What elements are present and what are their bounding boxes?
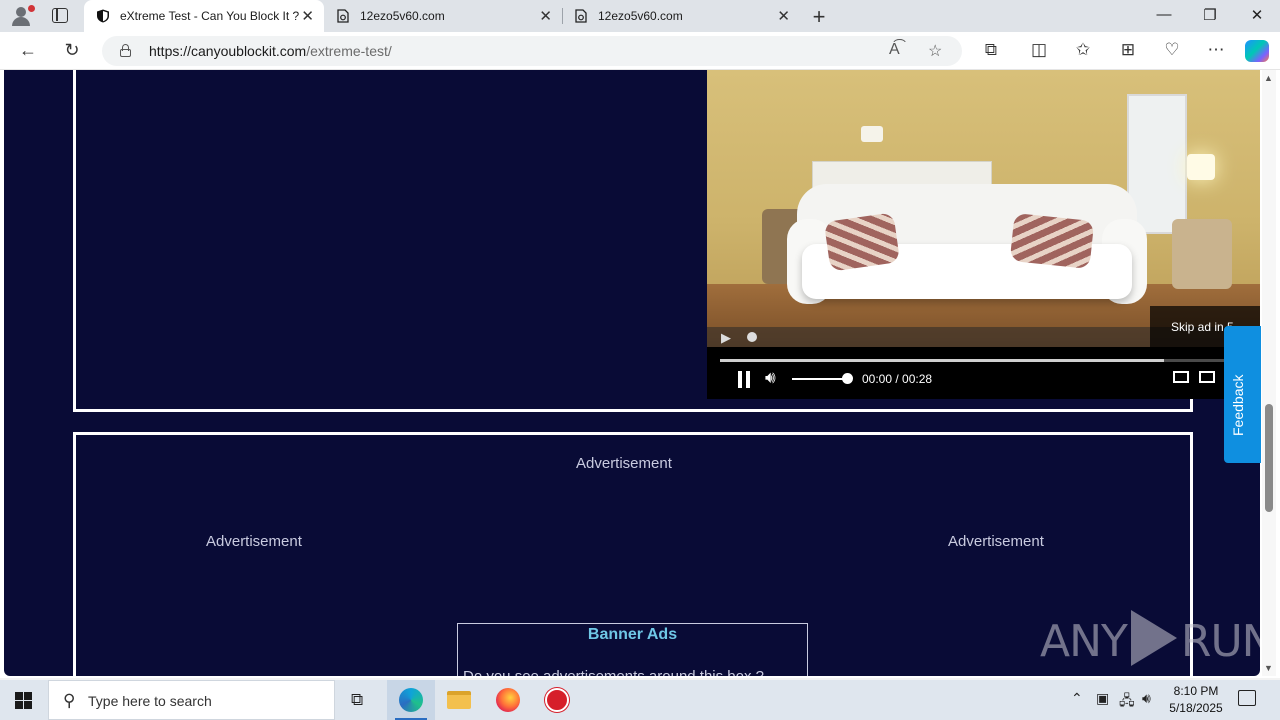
close-window-button[interactable]: ✕ xyxy=(1242,6,1272,24)
stop-hand-icon xyxy=(545,688,569,712)
taskbar-stop-app[interactable] xyxy=(533,680,581,720)
folder-icon xyxy=(447,691,471,709)
taskbar-edge-app[interactable] xyxy=(387,680,435,720)
play-icon: ▶ xyxy=(721,330,731,345)
profile-avatar-icon[interactable] xyxy=(8,4,36,28)
scroll-up-arrow-icon[interactable]: ▲ xyxy=(1264,73,1273,83)
play-triangle-icon xyxy=(1130,610,1177,666)
feedback-button[interactable]: Feedback xyxy=(1224,326,1261,463)
taskbar-clock[interactable]: 8:10 PM 5/18/2025 xyxy=(1160,683,1232,717)
pause-button[interactable] xyxy=(737,371,751,388)
banner-ads-box: Banner Ads Do you see advertisements aro… xyxy=(457,623,808,676)
video-ad-player[interactable]: ▶ Skip ad in 5 🔊︎ 00:00 / 00:28 ⛶ xyxy=(707,70,1260,399)
page-viewport: ▶ Skip ad in 5 🔊︎ 00:00 / 00:28 ⛶ xyxy=(0,70,1280,678)
advertisement-label-right: Advertisement xyxy=(948,533,1044,550)
show-hidden-icons-chevron-icon[interactable]: ⌃ xyxy=(1071,690,1083,707)
notification-icon[interactable] xyxy=(1238,690,1256,706)
firefox-icon xyxy=(496,688,520,712)
feedback-label: Feedback xyxy=(1230,374,1246,436)
device-tray-icon[interactable]: ▣ xyxy=(1096,690,1109,707)
windows-start-icon[interactable] xyxy=(15,692,32,709)
tab-12ezo5v60-2[interactable]: 12ezo5v60.com ✕ xyxy=(562,0,800,32)
back-button[interactable]: ← xyxy=(16,40,40,61)
url-text[interactable]: https://canyoublockit.com/extreme-test/ xyxy=(149,43,392,59)
new-tab-button[interactable]: + xyxy=(808,4,830,30)
video-controls: 🔊︎ 00:00 / 00:28 ⛶ xyxy=(707,347,1260,399)
picture-in-picture-icon[interactable] xyxy=(1199,371,1215,383)
extensions-icon[interactable]: ⧉ xyxy=(980,40,1002,60)
address-bar[interactable]: https://canyoublockit.com/extreme-test/ … xyxy=(102,36,962,66)
theater-mode-icon[interactable] xyxy=(1173,371,1189,383)
copilot-icon[interactable] xyxy=(1245,40,1269,62)
search-icon: ⚲ xyxy=(63,691,76,710)
page-scrollbar[interactable]: ▲ ▼ xyxy=(1262,70,1276,676)
favorite-star-icon[interactable]: ☆ xyxy=(928,41,942,61)
favorites-icon[interactable]: ✩ xyxy=(1072,40,1094,60)
close-tab-icon[interactable]: ✕ xyxy=(301,7,314,25)
close-tab-icon[interactable]: ✕ xyxy=(777,7,790,25)
page-favicon-icon xyxy=(575,9,587,23)
page-favicon-icon xyxy=(337,9,349,23)
page-content: ▶ Skip ad in 5 🔊︎ 00:00 / 00:28 ⛶ xyxy=(4,70,1260,676)
clock-date: 5/18/2025 xyxy=(1169,701,1223,715)
url-host: https://canyoublockit.com xyxy=(149,43,307,59)
shield-favicon-icon xyxy=(97,9,109,23)
minimize-button[interactable]: — xyxy=(1149,6,1179,23)
browser-toolbar: ← ↻ https://canyoublockit.com/extreme-te… xyxy=(0,32,1280,70)
volume-tray-icon[interactable]: 🔊︎ xyxy=(1142,690,1151,707)
url-path: /extreme-test/ xyxy=(306,43,392,59)
scroll-down-arrow-icon[interactable]: ▼ xyxy=(1264,663,1273,673)
tab-title: eXtreme Test - Can You Block It ? xyxy=(120,9,300,23)
advertisement-label-top: Advertisement xyxy=(576,455,672,472)
tab-12ezo5v60-1[interactable]: 12ezo5v60.com ✕ xyxy=(324,0,563,32)
restore-button[interactable]: ❐ xyxy=(1195,6,1225,24)
tab-title: 12ezo5v60.com xyxy=(360,9,445,23)
taskbar-firefox-app[interactable] xyxy=(484,680,532,720)
collections-icon[interactable]: ⊞ xyxy=(1117,40,1139,60)
refresh-button[interactable]: ↻ xyxy=(60,40,84,61)
network-icon[interactable]: 🖧︎ xyxy=(1119,690,1135,714)
volume-slider[interactable] xyxy=(792,378,848,380)
tab-title: 12ezo5v60.com xyxy=(598,9,683,23)
video-progress-bar[interactable] xyxy=(720,359,1248,362)
split-screen-icon[interactable]: ◫ xyxy=(1028,40,1050,60)
clock-time: 8:10 PM xyxy=(1173,684,1219,698)
video-time: 00:00 / 00:28 xyxy=(862,372,933,386)
tab-actions-icon[interactable] xyxy=(52,8,68,23)
video-progress-fill xyxy=(720,359,1164,362)
search-placeholder: Type here to search xyxy=(88,693,212,709)
read-aloud-icon[interactable]: A͡ xyxy=(889,41,900,59)
edge-icon xyxy=(399,688,423,712)
taskbar-search-box[interactable]: ⚲ Type here to search xyxy=(48,680,335,720)
tab-extreme-test[interactable]: eXtreme Test - Can You Block It ? ✕ xyxy=(84,0,324,32)
browser-tab-bar: eXtreme Test - Can You Block It ? ✕ 12ez… xyxy=(0,0,1280,32)
more-menu-icon[interactable]: ⋯ xyxy=(1205,40,1227,60)
windows-taskbar: ⚲ Type here to search ⌃ ▣ 🖧︎ 🔊︎ xyxy=(0,680,1280,720)
banner-text: Do you see advertisements around this bo… xyxy=(463,668,764,676)
taskbar-file-explorer-app[interactable] xyxy=(435,680,483,720)
video-ad-section: ▶ Skip ad in 5 🔊︎ 00:00 / 00:28 ⛶ xyxy=(73,70,1260,412)
volume-icon[interactable]: 🔊︎ xyxy=(765,368,776,388)
browser-essentials-icon[interactable]: ♡ xyxy=(1161,40,1183,60)
anyrun-watermark: ANY RUN xyxy=(1040,610,1260,667)
volume-knob[interactable] xyxy=(842,373,853,384)
lock-icon[interactable] xyxy=(120,44,131,57)
close-tab-icon[interactable]: ✕ xyxy=(539,7,552,25)
scrollbar-thumb[interactable] xyxy=(1265,404,1273,512)
advertisement-label-left: Advertisement xyxy=(206,533,302,550)
task-view-icon[interactable]: ⧉ xyxy=(351,690,363,710)
banner-heading: Banner Ads xyxy=(587,626,678,643)
